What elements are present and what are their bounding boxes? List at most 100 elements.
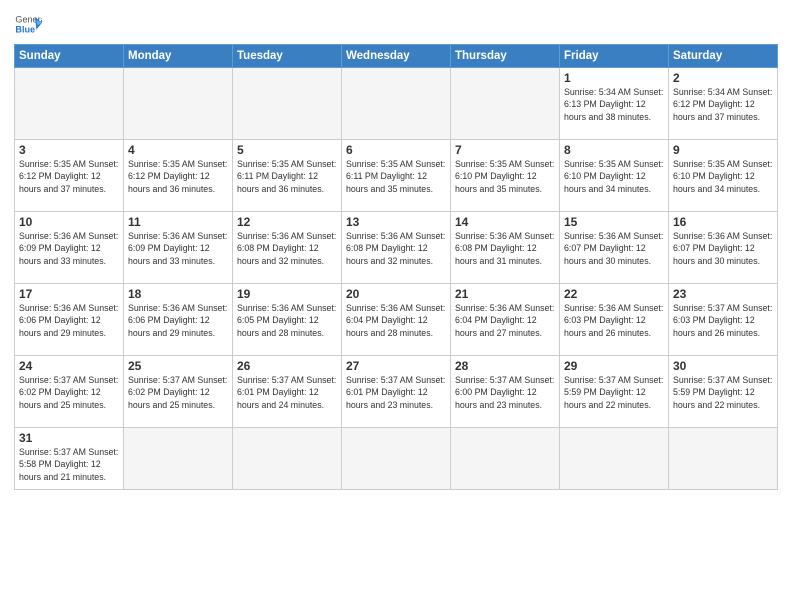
day-number: 9 (673, 143, 773, 157)
day-number: 31 (19, 431, 119, 445)
svg-text:Blue: Blue (15, 24, 35, 34)
day-number: 10 (19, 215, 119, 229)
calendar-cell: 15Sunrise: 5:36 AM Sunset: 6:07 PM Dayli… (560, 212, 669, 284)
day-info: Sunrise: 5:34 AM Sunset: 6:12 PM Dayligh… (673, 86, 773, 123)
day-number: 24 (19, 359, 119, 373)
day-number: 15 (564, 215, 664, 229)
day-info: Sunrise: 5:36 AM Sunset: 6:04 PM Dayligh… (455, 302, 555, 339)
calendar-cell: 23Sunrise: 5:37 AM Sunset: 6:03 PM Dayli… (669, 284, 778, 356)
col-header-sunday: Sunday (15, 45, 124, 68)
calendar-cell: 17Sunrise: 5:36 AM Sunset: 6:06 PM Dayli… (15, 284, 124, 356)
day-number: 30 (673, 359, 773, 373)
logo: General Blue (14, 10, 45, 38)
day-info: Sunrise: 5:34 AM Sunset: 6:13 PM Dayligh… (564, 86, 664, 123)
col-header-friday: Friday (560, 45, 669, 68)
day-info: Sunrise: 5:36 AM Sunset: 6:05 PM Dayligh… (237, 302, 337, 339)
calendar-cell: 31Sunrise: 5:37 AM Sunset: 5:58 PM Dayli… (15, 428, 124, 490)
calendar-cell: 12Sunrise: 5:36 AM Sunset: 6:08 PM Dayli… (233, 212, 342, 284)
calendar-cell: 30Sunrise: 5:37 AM Sunset: 5:59 PM Dayli… (669, 356, 778, 428)
calendar-week-row: 31Sunrise: 5:37 AM Sunset: 5:58 PM Dayli… (15, 428, 778, 490)
day-number: 2 (673, 71, 773, 85)
day-info: Sunrise: 5:36 AM Sunset: 6:04 PM Dayligh… (346, 302, 446, 339)
day-number: 11 (128, 215, 228, 229)
calendar-cell (233, 428, 342, 490)
calendar-cell (342, 68, 451, 140)
day-number: 19 (237, 287, 337, 301)
day-number: 23 (673, 287, 773, 301)
day-info: Sunrise: 5:36 AM Sunset: 6:08 PM Dayligh… (237, 230, 337, 267)
day-info: Sunrise: 5:36 AM Sunset: 6:07 PM Dayligh… (564, 230, 664, 267)
calendar-cell (451, 68, 560, 140)
calendar-cell: 8Sunrise: 5:35 AM Sunset: 6:10 PM Daylig… (560, 140, 669, 212)
day-number: 20 (346, 287, 446, 301)
day-info: Sunrise: 5:37 AM Sunset: 6:02 PM Dayligh… (128, 374, 228, 411)
calendar-cell: 4Sunrise: 5:35 AM Sunset: 6:12 PM Daylig… (124, 140, 233, 212)
day-number: 29 (564, 359, 664, 373)
day-info: Sunrise: 5:37 AM Sunset: 6:01 PM Dayligh… (346, 374, 446, 411)
logo-svg: General Blue (14, 10, 42, 38)
calendar-week-row: 10Sunrise: 5:36 AM Sunset: 6:09 PM Dayli… (15, 212, 778, 284)
day-info: Sunrise: 5:37 AM Sunset: 6:02 PM Dayligh… (19, 374, 119, 411)
calendar-cell: 29Sunrise: 5:37 AM Sunset: 5:59 PM Dayli… (560, 356, 669, 428)
calendar-week-row: 17Sunrise: 5:36 AM Sunset: 6:06 PM Dayli… (15, 284, 778, 356)
day-number: 8 (564, 143, 664, 157)
calendar-cell (124, 428, 233, 490)
day-info: Sunrise: 5:36 AM Sunset: 6:06 PM Dayligh… (19, 302, 119, 339)
day-info: Sunrise: 5:35 AM Sunset: 6:10 PM Dayligh… (455, 158, 555, 195)
calendar-cell: 5Sunrise: 5:35 AM Sunset: 6:11 PM Daylig… (233, 140, 342, 212)
day-info: Sunrise: 5:37 AM Sunset: 5:58 PM Dayligh… (19, 446, 119, 483)
day-info: Sunrise: 5:37 AM Sunset: 5:59 PM Dayligh… (564, 374, 664, 411)
calendar-cell: 27Sunrise: 5:37 AM Sunset: 6:01 PM Dayli… (342, 356, 451, 428)
day-number: 18 (128, 287, 228, 301)
day-info: Sunrise: 5:35 AM Sunset: 6:12 PM Dayligh… (128, 158, 228, 195)
day-info: Sunrise: 5:35 AM Sunset: 6:10 PM Dayligh… (673, 158, 773, 195)
day-info: Sunrise: 5:36 AM Sunset: 6:09 PM Dayligh… (19, 230, 119, 267)
calendar-cell: 16Sunrise: 5:36 AM Sunset: 6:07 PM Dayli… (669, 212, 778, 284)
calendar-cell: 11Sunrise: 5:36 AM Sunset: 6:09 PM Dayli… (124, 212, 233, 284)
col-header-tuesday: Tuesday (233, 45, 342, 68)
calendar-cell: 28Sunrise: 5:37 AM Sunset: 6:00 PM Dayli… (451, 356, 560, 428)
calendar-cell (15, 68, 124, 140)
calendar-cell: 22Sunrise: 5:36 AM Sunset: 6:03 PM Dayli… (560, 284, 669, 356)
calendar-cell (560, 428, 669, 490)
calendar-table: SundayMondayTuesdayWednesdayThursdayFrid… (14, 44, 778, 490)
calendar-header-row: SundayMondayTuesdayWednesdayThursdayFrid… (15, 45, 778, 68)
day-info: Sunrise: 5:35 AM Sunset: 6:10 PM Dayligh… (564, 158, 664, 195)
header: General Blue (14, 10, 778, 38)
col-header-saturday: Saturday (669, 45, 778, 68)
day-number: 13 (346, 215, 446, 229)
calendar-week-row: 1Sunrise: 5:34 AM Sunset: 6:13 PM Daylig… (15, 68, 778, 140)
day-number: 22 (564, 287, 664, 301)
calendar-cell (342, 428, 451, 490)
day-number: 28 (455, 359, 555, 373)
day-info: Sunrise: 5:36 AM Sunset: 6:07 PM Dayligh… (673, 230, 773, 267)
calendar-cell: 26Sunrise: 5:37 AM Sunset: 6:01 PM Dayli… (233, 356, 342, 428)
day-info: Sunrise: 5:37 AM Sunset: 6:03 PM Dayligh… (673, 302, 773, 339)
day-number: 26 (237, 359, 337, 373)
day-number: 16 (673, 215, 773, 229)
day-info: Sunrise: 5:35 AM Sunset: 6:11 PM Dayligh… (237, 158, 337, 195)
calendar-cell: 14Sunrise: 5:36 AM Sunset: 6:08 PM Dayli… (451, 212, 560, 284)
calendar-cell: 1Sunrise: 5:34 AM Sunset: 6:13 PM Daylig… (560, 68, 669, 140)
day-info: Sunrise: 5:35 AM Sunset: 6:12 PM Dayligh… (19, 158, 119, 195)
day-info: Sunrise: 5:36 AM Sunset: 6:08 PM Dayligh… (346, 230, 446, 267)
day-number: 6 (346, 143, 446, 157)
day-info: Sunrise: 5:36 AM Sunset: 6:06 PM Dayligh… (128, 302, 228, 339)
day-number: 17 (19, 287, 119, 301)
calendar-cell (124, 68, 233, 140)
day-number: 4 (128, 143, 228, 157)
day-info: Sunrise: 5:37 AM Sunset: 5:59 PM Dayligh… (673, 374, 773, 411)
day-number: 21 (455, 287, 555, 301)
day-info: Sunrise: 5:36 AM Sunset: 6:03 PM Dayligh… (564, 302, 664, 339)
day-info: Sunrise: 5:36 AM Sunset: 6:08 PM Dayligh… (455, 230, 555, 267)
calendar-cell: 25Sunrise: 5:37 AM Sunset: 6:02 PM Dayli… (124, 356, 233, 428)
day-info: Sunrise: 5:37 AM Sunset: 6:01 PM Dayligh… (237, 374, 337, 411)
calendar-cell: 21Sunrise: 5:36 AM Sunset: 6:04 PM Dayli… (451, 284, 560, 356)
day-number: 7 (455, 143, 555, 157)
page: General Blue SundayMondayTuesdayWednesda… (0, 0, 792, 496)
calendar-cell: 6Sunrise: 5:35 AM Sunset: 6:11 PM Daylig… (342, 140, 451, 212)
calendar-cell: 20Sunrise: 5:36 AM Sunset: 6:04 PM Dayli… (342, 284, 451, 356)
calendar-cell: 3Sunrise: 5:35 AM Sunset: 6:12 PM Daylig… (15, 140, 124, 212)
calendar-cell: 19Sunrise: 5:36 AM Sunset: 6:05 PM Dayli… (233, 284, 342, 356)
col-header-thursday: Thursday (451, 45, 560, 68)
